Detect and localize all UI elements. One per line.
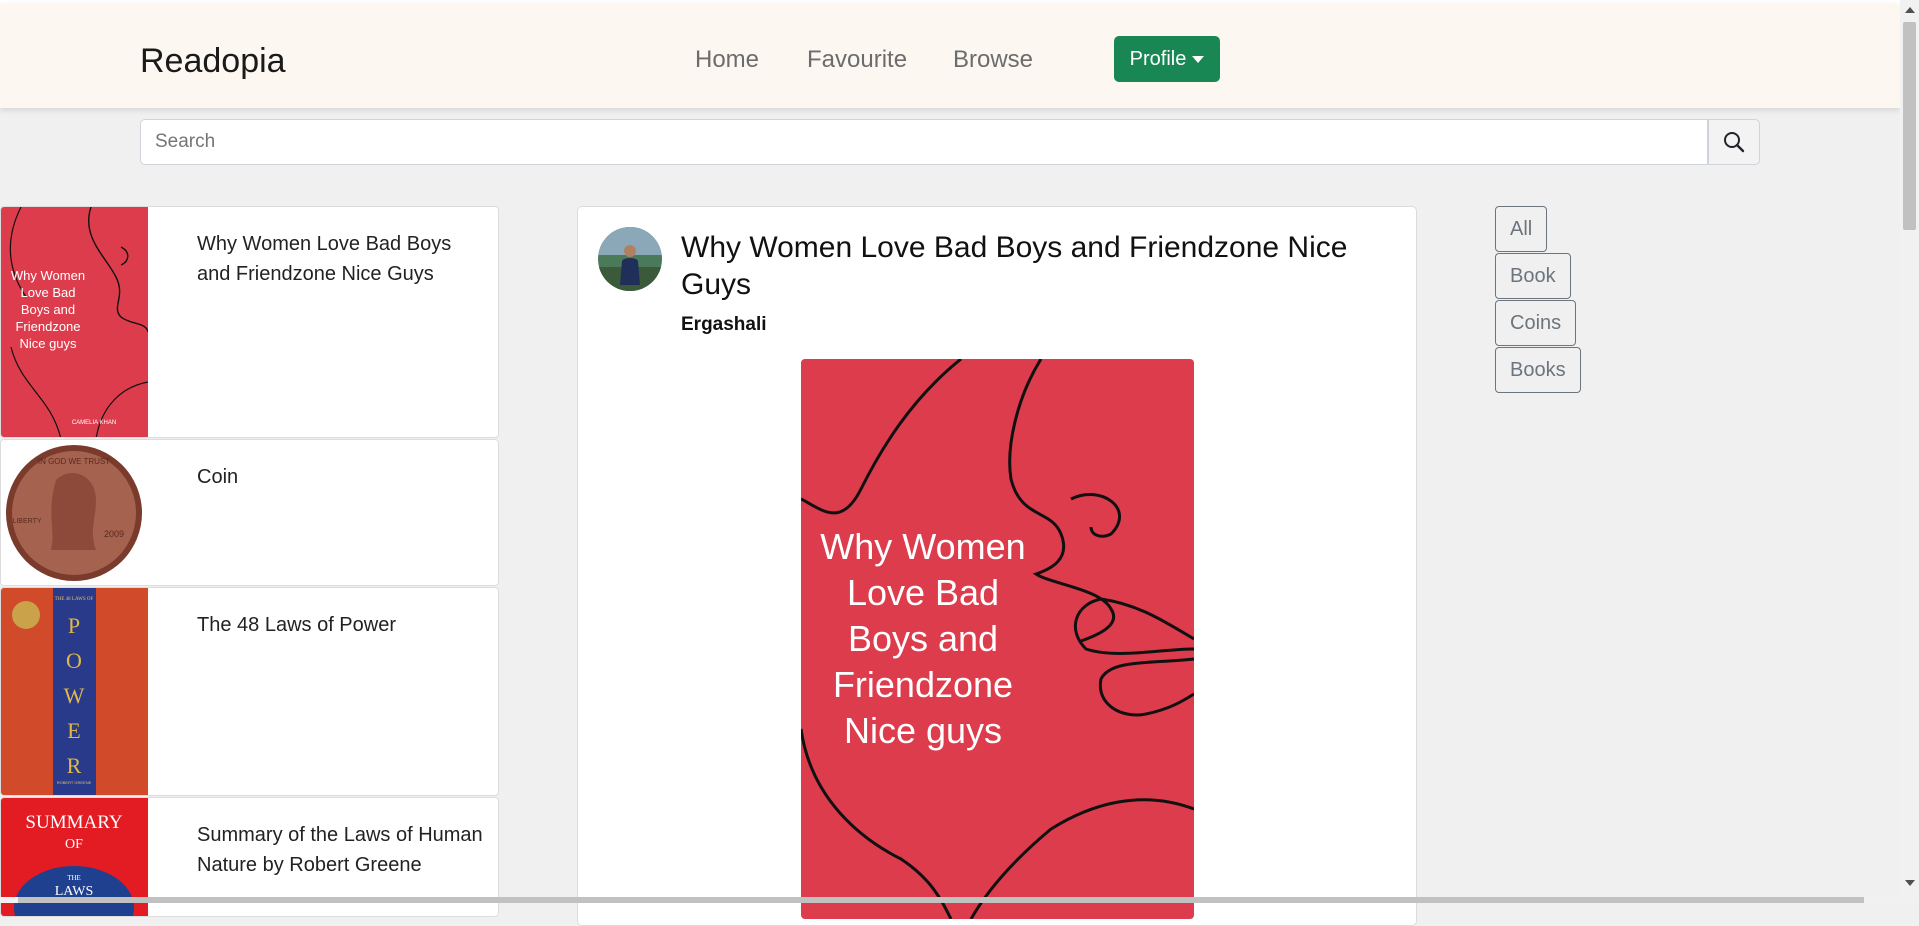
nav-home[interactable]: Home: [695, 46, 759, 74]
svg-text:W: W: [64, 683, 85, 708]
profile-dropdown-button[interactable]: Profile: [1114, 36, 1220, 82]
scroll-up-icon[interactable]: [1905, 7, 1915, 13]
svg-text:E: E: [67, 718, 80, 743]
nav-favourite[interactable]: Favourite: [807, 46, 907, 74]
coin-thumbnail: IN GOD WE TRUST LIBERTY 2009: [1, 440, 148, 585]
svg-text:Friendzone: Friendzone: [833, 664, 1013, 705]
svg-text:SUMMARY: SUMMARY: [25, 812, 122, 833]
svg-text:THE 48 LAWS OF: THE 48 LAWS OF: [55, 597, 94, 602]
filter-all-button[interactable]: All: [1495, 206, 1548, 252]
book-card[interactable]: IN GOD WE TRUST LIBERTY 2009 Coin: [0, 439, 499, 586]
svg-text:IN GOD WE TRUST: IN GOD WE TRUST: [38, 457, 110, 466]
book-card[interactable]: THE 48 LAWS OF P O W E R ROBERT GREENE T…: [0, 587, 499, 796]
search-icon: [1724, 132, 1745, 153]
vertical-scrollbar[interactable]: [1900, 0, 1919, 903]
filter-book-button[interactable]: Book: [1495, 253, 1571, 299]
svg-text:Love Bad: Love Bad: [847, 572, 999, 613]
book-cover-thumbnail: THE 48 LAWS OF P O W E R ROBERT GREENE: [1, 588, 148, 795]
filter-coins-button[interactable]: Coins: [1495, 300, 1577, 346]
book-card[interactable]: Why Women Love Bad Boys and Friendzone N…: [0, 206, 499, 438]
post-cover-image: Why Women Love Bad Boys and Friendzone N…: [801, 359, 1194, 919]
svg-text:2009: 2009: [104, 529, 124, 539]
svg-text:P: P: [68, 613, 80, 638]
book-title: Coin: [197, 466, 239, 488]
search-button[interactable]: [1708, 119, 1760, 165]
nav-browse[interactable]: Browse: [953, 46, 1033, 74]
post-detail: Why Women Love Bad Boys and Friendzone N…: [577, 206, 1417, 926]
post-author[interactable]: Ergashali: [681, 314, 767, 336]
svg-text:OF: OF: [65, 837, 83, 852]
search-input[interactable]: [140, 119, 1708, 165]
author-avatar[interactable]: [598, 227, 662, 291]
svg-text:O: O: [66, 648, 82, 673]
horizontal-scrollbar[interactable]: [0, 897, 1900, 903]
post-title: Why Women Love Bad Boys and Friendzone N…: [681, 231, 1348, 301]
book-title: Summary of the Laws of Human Nature by R…: [197, 824, 483, 876]
svg-text:Boys and: Boys and: [21, 302, 75, 317]
profile-label: Profile: [1129, 47, 1187, 70]
scroll-down-icon[interactable]: [1905, 880, 1915, 886]
svg-text:Why Women: Why Women: [11, 268, 85, 283]
svg-text:THE: THE: [67, 874, 81, 882]
svg-text:Friendzone: Friendzone: [15, 319, 80, 334]
navbar: Readopia Home Favourite Browse Profile: [0, 4, 1900, 108]
book-title: The 48 Laws of Power: [197, 614, 396, 636]
book-cover-thumbnail: Why Women Love Bad Boys and Friendzone N…: [1, 207, 148, 437]
search-bar: [140, 119, 1760, 165]
svg-text:Nice guys: Nice guys: [19, 336, 77, 351]
svg-text:ROBERT GREENE: ROBERT GREENE: [57, 780, 92, 785]
svg-text:CAMELIA KHAN: CAMELIA KHAN: [72, 420, 116, 426]
filter-books-button[interactable]: Books: [1495, 347, 1581, 393]
svg-text:Why Women: Why Women: [820, 526, 1025, 567]
horizontal-scroll-thumb[interactable]: [18, 897, 1864, 903]
vertical-scroll-thumb[interactable]: [1903, 22, 1916, 230]
svg-text:R: R: [67, 753, 82, 778]
brand-logo[interactable]: Readopia: [140, 42, 286, 81]
svg-text:Boys and: Boys and: [848, 618, 998, 659]
svg-text:LIBERTY: LIBERTY: [12, 518, 41, 525]
caret-down-icon: [1192, 55, 1205, 63]
svg-text:Nice guys: Nice guys: [844, 710, 1002, 751]
book-title: Why Women Love Bad Boys and Friendzone N…: [197, 233, 452, 285]
svg-text:Love Bad: Love Bad: [21, 285, 76, 300]
